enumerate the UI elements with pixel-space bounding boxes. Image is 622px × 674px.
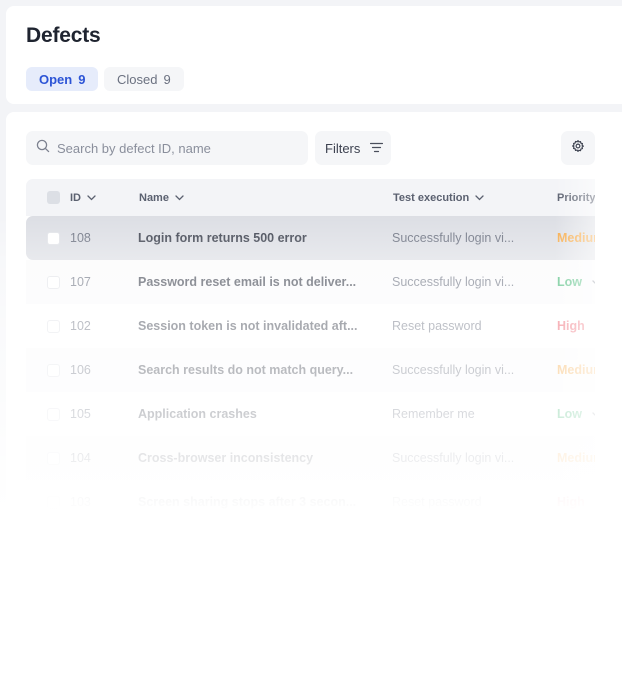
chevron-down-icon <box>87 192 96 204</box>
test-execution[interactable]: Successfully login vi... <box>392 216 514 260</box>
column-header-priority[interactable]: Priority <box>557 179 595 216</box>
defect-id: 104 <box>70 451 91 465</box>
chevron-down-icon <box>175 192 184 204</box>
defect-name[interactable]: Login form returns 500 error <box>138 216 307 260</box>
chevron-down-icon <box>592 407 595 421</box>
defects-table-card: Filters ID Name Tes <box>6 112 622 522</box>
defects-page: Defects Open 9 Closed 9 Filters <box>0 0 622 674</box>
tab-closed[interactable]: Closed 9 <box>104 67 184 91</box>
row-checkbox[interactable] <box>47 407 60 421</box>
filters-button[interactable]: Filters <box>315 131 391 165</box>
filter-lines-icon <box>370 141 384 156</box>
tab-closed-count: 9 <box>163 71 171 87</box>
test-execution[interactable]: Successfully login vi... <box>392 348 514 392</box>
defect-id: 105 <box>70 407 91 421</box>
table-row[interactable]: 106 Search results do not match query...… <box>26 348 595 392</box>
defect-id: 102 <box>70 319 91 333</box>
column-header-name[interactable]: Name <box>139 179 184 216</box>
table-settings-button[interactable] <box>561 131 595 165</box>
tab-open-count: 9 <box>78 71 86 87</box>
table-row[interactable]: 108 Login form returns 500 error Success… <box>26 216 595 260</box>
defect-name[interactable]: Application crashes <box>138 392 257 436</box>
defect-id: 107 <box>70 275 91 289</box>
column-header-id[interactable]: ID <box>70 179 96 216</box>
priority-label: Low <box>557 407 582 421</box>
defect-id: 106 <box>70 363 91 377</box>
priority-badge[interactable]: High <box>557 304 585 348</box>
defect-name[interactable]: Search results do not match query... <box>138 348 353 392</box>
table-header: ID Name Test execution Priority <box>26 179 595 216</box>
defect-id: 108 <box>70 231 91 245</box>
tab-open[interactable]: Open 9 <box>26 67 99 91</box>
priority-label: High <box>557 495 585 509</box>
column-name-label: Name <box>139 191 169 204</box>
row-checkbox[interactable] <box>47 231 60 245</box>
test-execution[interactable]: Reset password <box>392 304 482 348</box>
column-test-execution-label: Test execution <box>393 191 470 204</box>
header-card: Defects Open 9 Closed 9 <box>6 6 622 104</box>
test-execution[interactable]: Remember me <box>392 392 475 436</box>
priority-label: Medium <box>557 363 595 377</box>
select-all-checkbox[interactable] <box>47 179 60 216</box>
priority-label: High <box>557 319 585 333</box>
filters-label: Filters <box>325 140 361 156</box>
test-execution[interactable]: Successfully login vi... <box>392 260 514 304</box>
column-priority-label: Priority <box>557 191 595 204</box>
priority-badge[interactable]: Medium <box>557 436 595 480</box>
row-checkbox[interactable] <box>47 451 60 465</box>
chevron-down-icon <box>475 192 484 204</box>
table-row[interactable]: 107 Password reset email is not deliver.… <box>26 260 595 304</box>
table-row[interactable]: 102 Session token is not invalidated aft… <box>26 304 595 348</box>
priority-label: Low <box>557 275 582 289</box>
tab-open-label: Open <box>39 71 73 87</box>
column-header-test-execution[interactable]: Test execution <box>393 179 484 216</box>
priority-badge[interactable]: Low <box>557 392 595 436</box>
defect-name[interactable]: Session token is not invalidated aft... <box>138 304 358 348</box>
priority-label: Medium <box>557 451 595 465</box>
tab-closed-label: Closed <box>117 71 158 87</box>
priority-label: Medium <box>557 231 595 245</box>
row-checkbox[interactable] <box>47 319 60 333</box>
row-checkbox[interactable] <box>47 275 60 289</box>
table-row[interactable]: 105 Application crashes Remember me Low <box>26 392 595 436</box>
page-title: Defects <box>26 24 101 47</box>
table-row[interactable]: 104 Cross-browser inconsistency Successf… <box>26 436 595 480</box>
row-checkbox[interactable] <box>47 495 60 509</box>
test-execution[interactable]: Successfully login vi... <box>392 436 514 480</box>
column-id-label: ID <box>70 191 81 204</box>
priority-badge[interactable]: Low <box>557 260 595 304</box>
search-field[interactable] <box>26 131 308 165</box>
search-input[interactable] <box>57 140 287 156</box>
row-checkbox[interactable] <box>47 363 60 377</box>
defect-name[interactable]: Cross-browser inconsistency <box>138 436 313 480</box>
defects-table: ID Name Test execution Priority 108 Logi… <box>26 179 595 522</box>
gear-icon <box>571 139 585 158</box>
blank-area <box>0 515 622 674</box>
priority-badge[interactable]: Medium <box>557 216 595 260</box>
chevron-down-icon <box>592 275 595 289</box>
search-icon <box>36 139 50 158</box>
defect-name[interactable]: Password reset email is not deliver... <box>138 260 356 304</box>
priority-badge[interactable]: Medium <box>557 348 595 392</box>
